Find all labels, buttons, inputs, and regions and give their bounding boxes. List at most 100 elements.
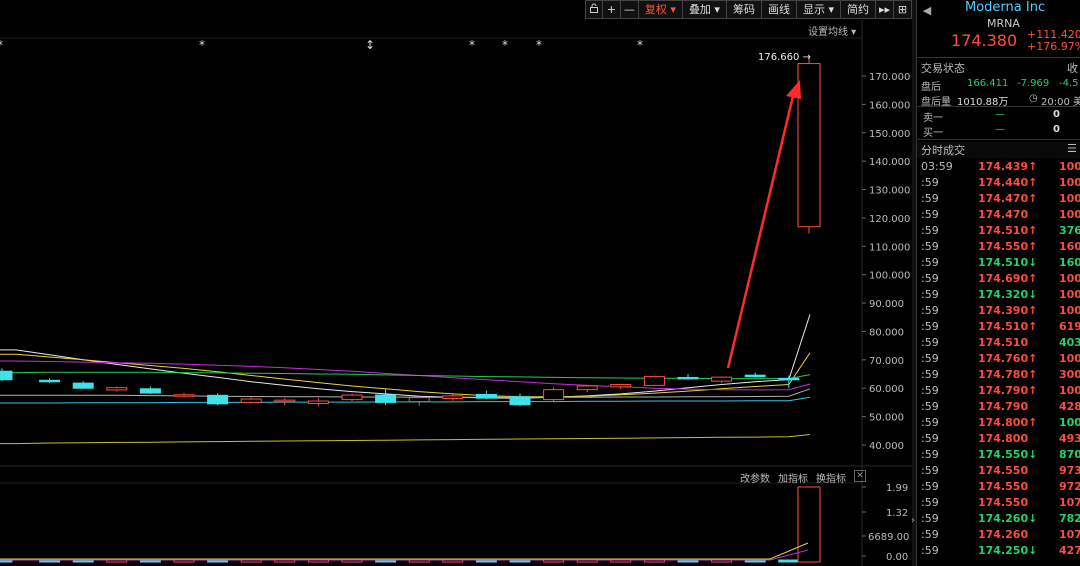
candle [797,63,821,228]
after-hours-change: -7.969 [1017,78,1050,89]
tick-time: :59 [921,432,939,445]
edit-params-button[interactable]: 改参数 [740,470,770,485]
ticks-title[interactable]: 分时成交 [921,142,965,158]
tick-time: :59 [921,416,939,429]
tick-price: 174.510↑ [978,224,1038,237]
collapse-left-icon[interactable]: ◀ [917,0,937,22]
tick-volume: 619 [1059,320,1080,333]
tick-volume: 3760 [1059,224,1080,237]
volume-bar [797,486,821,563]
tick-row: :59 174.550↑ 160 [917,239,1080,255]
ma-line [0,314,811,399]
tick-row: :59 174.440↑ 100 [917,175,1080,191]
tick-row: :59 174.320↓ 100 [917,287,1080,303]
tick-time: :59 [921,384,939,397]
candle [39,379,61,383]
tick-time: :59 [921,480,939,493]
tick-row: :59 174.800↑ 100 [917,415,1080,431]
tick-volume: 427 [1059,544,1080,557]
arrow-up-icon: ↑ [1028,160,1038,173]
stock-code: MRNA [987,17,1020,30]
tick-price: 174.470 [978,208,1029,221]
tick-row: :59 174.260 107 [917,527,1080,543]
price-axis-label: 150.000 [869,129,910,140]
tick-time: :59 [921,208,939,221]
tick-row: :59 174.550↓ 870 [917,447,1080,463]
candle [576,385,598,391]
volume-ma-line [0,542,809,560]
tick-row: :59 174.510↑ 619 [917,319,1080,335]
tick-time: :59 [921,336,939,349]
tick-time: :59 [921,464,939,477]
tick-row: :59 174.550 107 [917,495,1080,511]
tick-price: 174.470↑ [978,192,1038,205]
tick-volume: 160 [1059,240,1080,253]
peak-price-label: 176.660 → [758,52,811,63]
tick-price: 174.390↑ [978,304,1038,317]
tick-volume: 100 [1059,288,1080,301]
volume-indicator-tools: 改参数 加指标 换指标 ✕ [740,470,866,485]
tick-row: :59 174.510↑ 3760 [917,223,1080,239]
event-marker-icon: * [469,38,475,52]
tick-time: :59 [921,320,939,333]
candle [375,394,397,403]
tick-time: :59 [921,528,939,541]
candle [643,376,665,386]
tick-row: :59 174.260↓ 782 [917,511,1080,527]
tick-volume: 100 [1059,272,1080,285]
tick-price: 174.550 [978,496,1029,509]
event-marker-icon: * [502,38,508,52]
candle [173,394,195,397]
switch-indicator-button[interactable]: 换指标 [816,470,846,485]
tick-price: 174.320↓ [978,288,1038,301]
arrow-up-icon: ↑ [1028,304,1038,317]
ticks-settings-icon[interactable]: ☰ [1067,142,1077,155]
tick-price: 174.250↓ [978,544,1038,557]
tick-price: 174.790↑ [978,384,1038,397]
arrow-down-icon: ↓ [1028,448,1038,461]
candle [475,393,497,399]
candle [778,377,800,381]
arrow-up-icon: ↑ [1028,176,1038,189]
tick-price: 174.510↑ [978,320,1038,333]
price-axis-label: 70.000 [869,356,904,367]
after-hours-pct: -4.5 [1059,78,1079,89]
add-indicator-button[interactable]: 加指标 [778,470,808,485]
event-marker-icon: * [199,38,205,52]
tick-time: :59 [921,496,939,509]
red-arrow-head-icon [786,80,801,99]
volume-axis-label: 1.32 [886,508,908,519]
tick-volume: 428 [1059,400,1080,413]
tick-list[interactable]: 03:59 174.439↑ 100:59 174.440↑ 100:59 174.470… [917,159,1080,559]
candle [744,374,766,378]
tick-volume: 100 [1059,160,1080,173]
tick-row: :59 174.510↓ 160 [917,255,1080,271]
price-axis-label: 160.000 [869,100,910,111]
price-axis-label: 140.000 [869,157,910,168]
tick-time: :59 [921,240,939,253]
close-icon[interactable]: ✕ [854,470,866,482]
ma-line [0,396,811,404]
candle [677,376,699,380]
price-axis-label: 60.000 [869,384,904,395]
arrow-up-icon: ↑ [1028,368,1038,381]
tick-price: 174.780↑ [978,368,1038,381]
candle [307,400,329,405]
price-axis-label: 100.000 [869,271,910,282]
tick-volume: 493 [1059,432,1080,445]
arrow-up-icon: ↑ [1028,240,1038,253]
tick-volume: 107 [1059,528,1080,541]
tick-time: :59 [921,224,939,237]
kline-chart-area[interactable]: + — 复权 ▾ 叠加 ▾ 筹码 画线 显示 ▾ 简约 ▸▸ ⊞ 设置均线 ▾ … [0,0,912,566]
tick-row: :59 174.250↓ 427 [917,543,1080,559]
arrow-down-icon: ↓ [1028,544,1038,557]
tick-price: 174.550 [978,464,1029,477]
candle [139,388,161,394]
arrow-up-icon: ↑ [1028,224,1038,237]
price-axis-label: 130.000 [869,186,910,197]
price-axis-label: 90.000 [869,299,904,310]
arrow-up-icon: ↑ [1028,320,1038,333]
event-marker-icon: * [0,38,3,52]
red-arrow-line [726,91,796,369]
tick-price: 174.260↓ [978,512,1038,525]
